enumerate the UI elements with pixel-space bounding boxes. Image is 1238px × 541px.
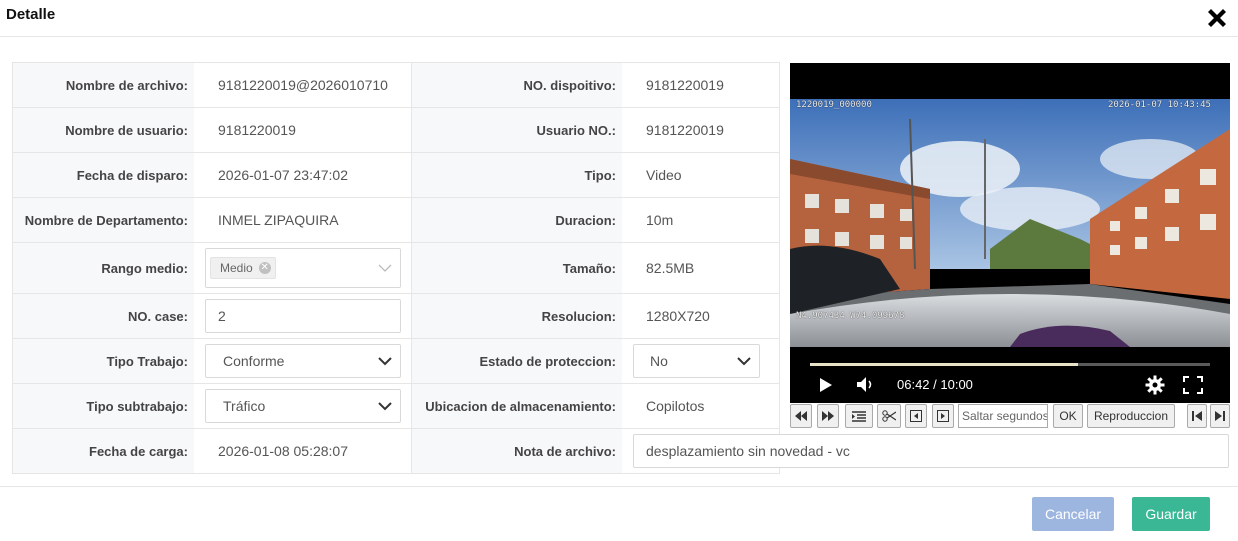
- playback-mode-button[interactable]: Reproduccion: [1087, 404, 1175, 428]
- label-nota-archivo: Nota de archivo:: [411, 429, 622, 473]
- rewind-button[interactable]: [790, 404, 812, 428]
- close-icon[interactable]: [1204, 5, 1230, 31]
- label-tipo: Tipo:: [411, 153, 622, 197]
- chevron-down-icon: [378, 264, 392, 272]
- video-player[interactable]: 1220019_000000 2026-01-07 10:43:45 N4.90…: [790, 63, 1230, 403]
- video-progress-fill: [810, 363, 1078, 366]
- value-nombre-usuario: 9181220019: [218, 122, 296, 138]
- estado-proteccion-select[interactable]: No: [633, 344, 760, 378]
- label-duracion: Duracion:: [411, 198, 622, 242]
- rango-medio-tag-label: Medio: [220, 261, 253, 275]
- volume-icon[interactable]: [856, 376, 876, 393]
- rewind-icon: [795, 411, 807, 421]
- osd-datetime: 2026-01-07 10:43:45: [1108, 100, 1211, 110]
- save-button[interactable]: Guardar: [1132, 497, 1210, 531]
- nota-archivo-input[interactable]: desplazamiento sin novedad - vc: [633, 434, 1229, 468]
- label-estado-proteccion: Estado de proteccion:: [411, 339, 622, 383]
- no-case-input[interactable]: 2: [205, 299, 401, 333]
- form-row: Nombre de archivo: 9181220019@2026010710…: [13, 63, 779, 108]
- form-row: Tipo Trabajo: Conforme Estado de protecc…: [13, 339, 779, 384]
- label-no-case: NO. case:: [13, 294, 194, 338]
- estado-proteccion-value: No: [650, 353, 668, 369]
- form-row: Fecha de disparo: 2026-01-07 23:47:02 Ti…: [13, 153, 779, 198]
- list-button[interactable]: [845, 404, 873, 428]
- skip-start-button[interactable]: [1187, 404, 1207, 428]
- list-icon: [852, 410, 866, 422]
- scissors-icon: [882, 410, 896, 422]
- detail-form: Nombre de archivo: 9181220019@2026010710…: [12, 62, 780, 474]
- seek-ok-button[interactable]: OK: [1053, 404, 1083, 428]
- fullscreen-icon[interactable]: [1183, 376, 1203, 394]
- footer-divider: [0, 486, 1238, 487]
- value-usuario-no: 9181220019: [646, 122, 724, 138]
- rango-medio-select[interactable]: Medio ✕: [205, 248, 401, 288]
- video-progress-bar[interactable]: [810, 363, 1210, 366]
- value-tamano: 82.5MB: [646, 260, 695, 276]
- value-nombre-archivo: 9181220019@2026010710: [218, 77, 388, 93]
- cancel-button[interactable]: Cancelar: [1032, 497, 1114, 531]
- label-no-dispositivo: NO. dispoitivo:: [411, 63, 622, 107]
- fast-forward-icon: [822, 411, 834, 421]
- detail-dialog: Detalle Nombre de archivo: 9181220019@20…: [0, 0, 1238, 541]
- label-tipo-trabajo: Tipo Trabajo:: [13, 339, 194, 383]
- skip-start-icon: [1192, 411, 1202, 421]
- skip-end-icon: [1215, 411, 1225, 421]
- tipo-trabajo-value: Conforme: [223, 353, 285, 369]
- value-fecha-disparo: 2026-01-07 23:47:02: [218, 167, 348, 183]
- label-rango-medio: Rango medio:: [13, 243, 194, 293]
- tipo-subtrabajo-select[interactable]: Tráfico: [205, 389, 401, 423]
- osd-gps: N4.907434 W74.099678: [796, 311, 905, 321]
- chevron-down-icon: [737, 357, 751, 366]
- value-no-dispositivo: 9181220019: [646, 77, 724, 93]
- value-departamento: INMEL ZIPAQUIRA: [218, 212, 339, 228]
- value-fecha-carga: 2026-01-08 05:28:07: [218, 443, 348, 459]
- video-frame: [790, 99, 1230, 347]
- tag-remove-icon[interactable]: ✕: [258, 262, 271, 274]
- next-frame-icon: [937, 410, 949, 422]
- value-ubicacion: Copilotos: [646, 398, 705, 414]
- prev-frame-icon: [910, 410, 922, 422]
- label-usuario-no: Usuario NO.:: [411, 108, 622, 152]
- value-duracion: 10m: [646, 212, 674, 228]
- value-tipo: Video: [646, 167, 682, 183]
- rango-medio-tag: Medio ✕: [210, 257, 276, 279]
- dialog-header: Detalle: [0, 0, 1238, 37]
- form-row: Nombre de usuario: 9181220019 Usuario NO…: [13, 108, 779, 153]
- osd-device-id: 1220019_000000: [796, 100, 872, 110]
- form-row: NO. case: 2 Resolucion: 1280X720: [13, 294, 779, 339]
- label-nombre-usuario: Nombre de usuario:: [13, 108, 194, 152]
- dialog-title: Detalle: [6, 6, 56, 23]
- label-fecha-disparo: Fecha de disparo:: [13, 153, 194, 197]
- tipo-subtrabajo-value: Tráfico: [223, 398, 266, 414]
- label-fecha-carga: Fecha de carga:: [13, 429, 194, 473]
- video-time: 06:42 / 10:00: [897, 377, 973, 392]
- tipo-trabajo-select[interactable]: Conforme: [205, 344, 401, 378]
- form-row: Nombre de Departamento: INMEL ZIPAQUIRA …: [13, 198, 779, 243]
- label-resolucion: Resolucion:: [411, 294, 622, 338]
- fast-forward-button[interactable]: [817, 404, 839, 428]
- playback-toolbar: Saltar segundos OK Reproduccion: [790, 404, 1230, 428]
- label-tipo-subtrabajo: Tipo subtrabajo:: [13, 384, 194, 428]
- label-departamento: Nombre de Departamento:: [13, 198, 194, 242]
- play-icon[interactable]: [819, 377, 833, 393]
- value-resolucion: 1280X720: [646, 308, 710, 324]
- label-ubicacion: Ubicacion de almacenamiento:: [411, 384, 622, 428]
- settings-icon[interactable]: [1145, 375, 1165, 395]
- form-row: Rango medio: Medio ✕ Tamaño: 82.5MB: [13, 243, 779, 294]
- label-nombre-archivo: Nombre de archivo:: [13, 63, 194, 107]
- form-row: Tipo subtrabajo: Tráfico Ubicacion de al…: [13, 384, 779, 429]
- label-tamano: Tamaño:: [411, 243, 622, 293]
- next-frame-button[interactable]: [932, 404, 954, 428]
- seek-seconds-input[interactable]: Saltar segundos: [958, 404, 1048, 428]
- prev-frame-button[interactable]: [905, 404, 927, 428]
- chevron-down-icon: [378, 402, 392, 411]
- cut-button[interactable]: [877, 404, 901, 428]
- skip-end-button[interactable]: [1210, 404, 1230, 428]
- chevron-down-icon: [378, 357, 392, 366]
